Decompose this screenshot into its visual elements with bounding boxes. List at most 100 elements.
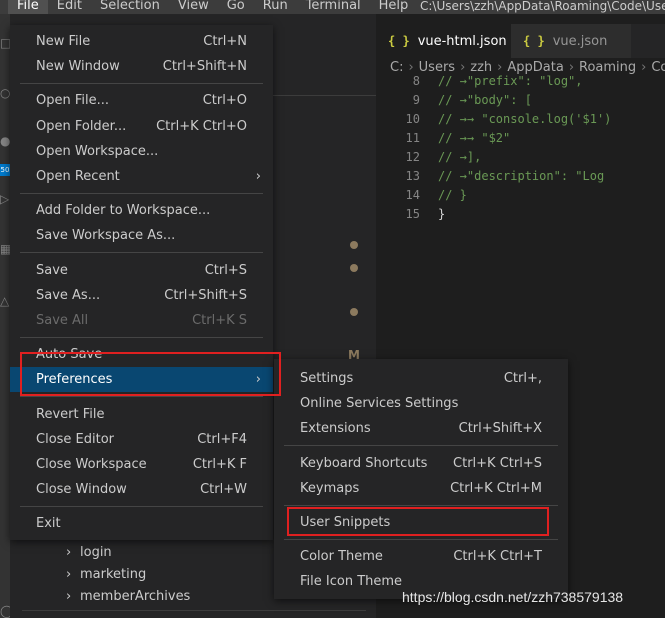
menu-item-add-folder-to-workspace[interactable]: Add Folder to Workspace...: [10, 198, 273, 223]
line-text: // →"description": "Log: [438, 169, 612, 183]
menu-item-shortcut: Ctrl+O: [202, 93, 247, 109]
source-control-badge: 50: [0, 164, 10, 176]
menu-item-label: Open Folder...: [36, 118, 127, 134]
menu-separator: [284, 538, 558, 540]
menu-item-label: Save: [36, 262, 68, 278]
tab-label: vue-html.json: [417, 33, 507, 49]
line-text: // →"body": [: [438, 93, 532, 107]
menu-item-label: Settings: [300, 371, 354, 386]
code-line: 13 // →"description": "Log: [376, 167, 665, 186]
menu-item-close-editor[interactable]: Close Editor Ctrl+F4: [10, 427, 273, 452]
menu-item-online-services-settings[interactable]: Online Services Settings: [274, 391, 568, 416]
code-line: 12 // →],: [376, 148, 665, 167]
extensions-icon[interactable]: ▦: [0, 242, 10, 256]
menu-item-user-snippets[interactable]: User Snippets: [274, 510, 568, 535]
menu-item-shortcut: Ctrl+K Ctrl+O: [156, 118, 247, 134]
test-icon[interactable]: △: [0, 294, 10, 308]
menu-item-shortcut: Ctrl+K S: [192, 313, 247, 328]
json-file-icon: { }: [523, 34, 545, 48]
menu-item-close-window[interactable]: Close Window Ctrl+W: [10, 477, 273, 502]
menu-item-label: Online Services Settings: [300, 396, 459, 412]
source-control-icon[interactable]: ●: [0, 134, 10, 148]
tree-folder-login[interactable]: › login: [66, 545, 112, 560]
menu-separator: [20, 505, 263, 507]
code-editor[interactable]: 8 // →"prefix": "log", 9 // →"body": [10 // …: [376, 72, 665, 224]
file-menu: New File Ctrl+N New Window Ctrl+Shift+N Open…: [10, 25, 273, 540]
menubar-help[interactable]: Help: [370, 0, 418, 15]
search-icon[interactable]: ○: [0, 86, 10, 100]
code-line: 9 // →"body": [: [376, 91, 665, 110]
menu-item-revert-file[interactable]: Revert File: [10, 402, 273, 427]
menu-item-auto-save[interactable]: Auto Save: [10, 342, 273, 367]
code-line: 14 // }: [376, 186, 665, 205]
menu-item-new-window[interactable]: New Window Ctrl+Shift+N: [10, 54, 273, 79]
menu-item-close-workspace[interactable]: Close Workspace Ctrl+K F: [10, 452, 273, 477]
tab-vue-html-json[interactable]: { } vue-html.json: [376, 24, 511, 58]
menubar-terminal[interactable]: Terminal: [297, 0, 370, 15]
tab-vue-json[interactable]: { } vue.json: [511, 24, 631, 58]
tree-folder-memberarchives[interactable]: › memberArchives: [66, 589, 190, 604]
menu-item-label: User Snippets: [300, 515, 391, 530]
menu-separator: [20, 192, 263, 194]
menu-item-keyboard-shortcuts[interactable]: Keyboard Shortcuts Ctrl+K Ctrl+S: [274, 451, 568, 476]
menu-item-shortcut: Ctrl+Shift+N: [162, 59, 247, 75]
menu-item-label: Extensions: [300, 421, 371, 437]
menu-item-label: Open Recent: [36, 169, 120, 184]
menu-item-label: Save As...: [36, 287, 101, 303]
code-line: 15}: [376, 205, 665, 224]
tree-folder-marketing[interactable]: › marketing: [66, 567, 146, 582]
menu-bar: File Edit Selection View Go Run Terminal Help: [8, 0, 417, 15]
menu-item-shortcut: Ctrl+W: [200, 482, 247, 498]
menu-item-label: Close Window: [36, 482, 127, 498]
menubar-file[interactable]: File: [8, 0, 48, 15]
menu-item-shortcut: Ctrl+Shift+X: [458, 421, 542, 437]
menu-item-shortcut: Ctrl+K Ctrl+S: [453, 455, 542, 471]
menubar-selection[interactable]: Selection: [91, 0, 169, 15]
explorer-icon[interactable]: □: [0, 36, 10, 50]
menu-item-settings[interactable]: Settings Ctrl+,: [274, 366, 568, 391]
menu-item-label: Keyboard Shortcuts: [300, 455, 428, 471]
line-number: 13: [405, 169, 420, 183]
line-number: 9: [412, 93, 420, 107]
chevron-right-icon: ›: [66, 589, 72, 604]
menu-item-exit[interactable]: Exit: [10, 511, 273, 536]
line-number: 11: [405, 131, 420, 145]
menu-item-open-workspace[interactable]: Open Workspace...: [10, 139, 273, 164]
menu-item-save-all: Save All Ctrl+K S: [10, 308, 273, 333]
menu-item-open-recent[interactable]: Open Recent ›: [10, 164, 273, 189]
chevron-right-icon: ›: [66, 567, 72, 582]
menu-item-open-folder[interactable]: Open Folder... Ctrl+K Ctrl+O: [10, 114, 273, 139]
menu-item-save-workspace-as[interactable]: Save Workspace As...: [10, 223, 273, 248]
menu-item-new-file[interactable]: New File Ctrl+N: [10, 29, 273, 54]
menubar-run[interactable]: Run: [254, 0, 297, 15]
menu-item-save[interactable]: Save Ctrl+S: [10, 258, 273, 283]
run-icon[interactable]: ▷: [0, 192, 10, 206]
menubar-edit[interactable]: Edit: [48, 0, 91, 15]
line-number: 14: [405, 188, 420, 202]
menubar-go[interactable]: Go: [218, 0, 254, 15]
line-text: // →→ "console.log('$1'): [438, 112, 612, 126]
menu-item-label: Exit: [36, 516, 61, 532]
menu-item-keymaps[interactable]: Keymaps Ctrl+K Ctrl+M: [274, 476, 568, 501]
modified-dot: [350, 241, 358, 249]
title-bar: File Edit Selection View Go Run Terminal Help C…: [0, 0, 665, 15]
editor-tabs: { } vue-html.json { } vue.json: [376, 24, 665, 58]
menu-item-open-file[interactable]: Open File... Ctrl+O: [10, 88, 273, 113]
menu-item-shortcut: Ctrl+F4: [197, 431, 247, 447]
menu-item-extensions[interactable]: Extensions Ctrl+Shift+X: [274, 416, 568, 441]
account-icon[interactable]: ◯: [0, 604, 10, 618]
menu-separator: [20, 336, 263, 338]
menu-item-label: Save All: [36, 313, 89, 328]
menubar-view[interactable]: View: [169, 0, 218, 15]
menu-item-shortcut: Ctrl+K F: [192, 457, 247, 472]
menu-item-label: Close Workspace: [36, 457, 147, 472]
menu-item-shortcut: Ctrl+S: [204, 262, 247, 278]
menu-item-label: Auto Save: [36, 347, 103, 363]
menu-item-color-theme[interactable]: Color Theme Ctrl+K Ctrl+T: [274, 544, 568, 569]
menu-item-label: New File: [36, 34, 91, 49]
tree-item-label: memberArchives: [80, 589, 191, 604]
menu-item-preferences[interactable]: Preferences ›: [10, 367, 273, 393]
menu-item-shortcut: Ctrl+K Ctrl+T: [453, 549, 542, 565]
menu-item-save-as[interactable]: Save As... Ctrl+Shift+S: [10, 283, 273, 308]
menu-item-shortcut: Ctrl+N: [203, 34, 247, 49]
